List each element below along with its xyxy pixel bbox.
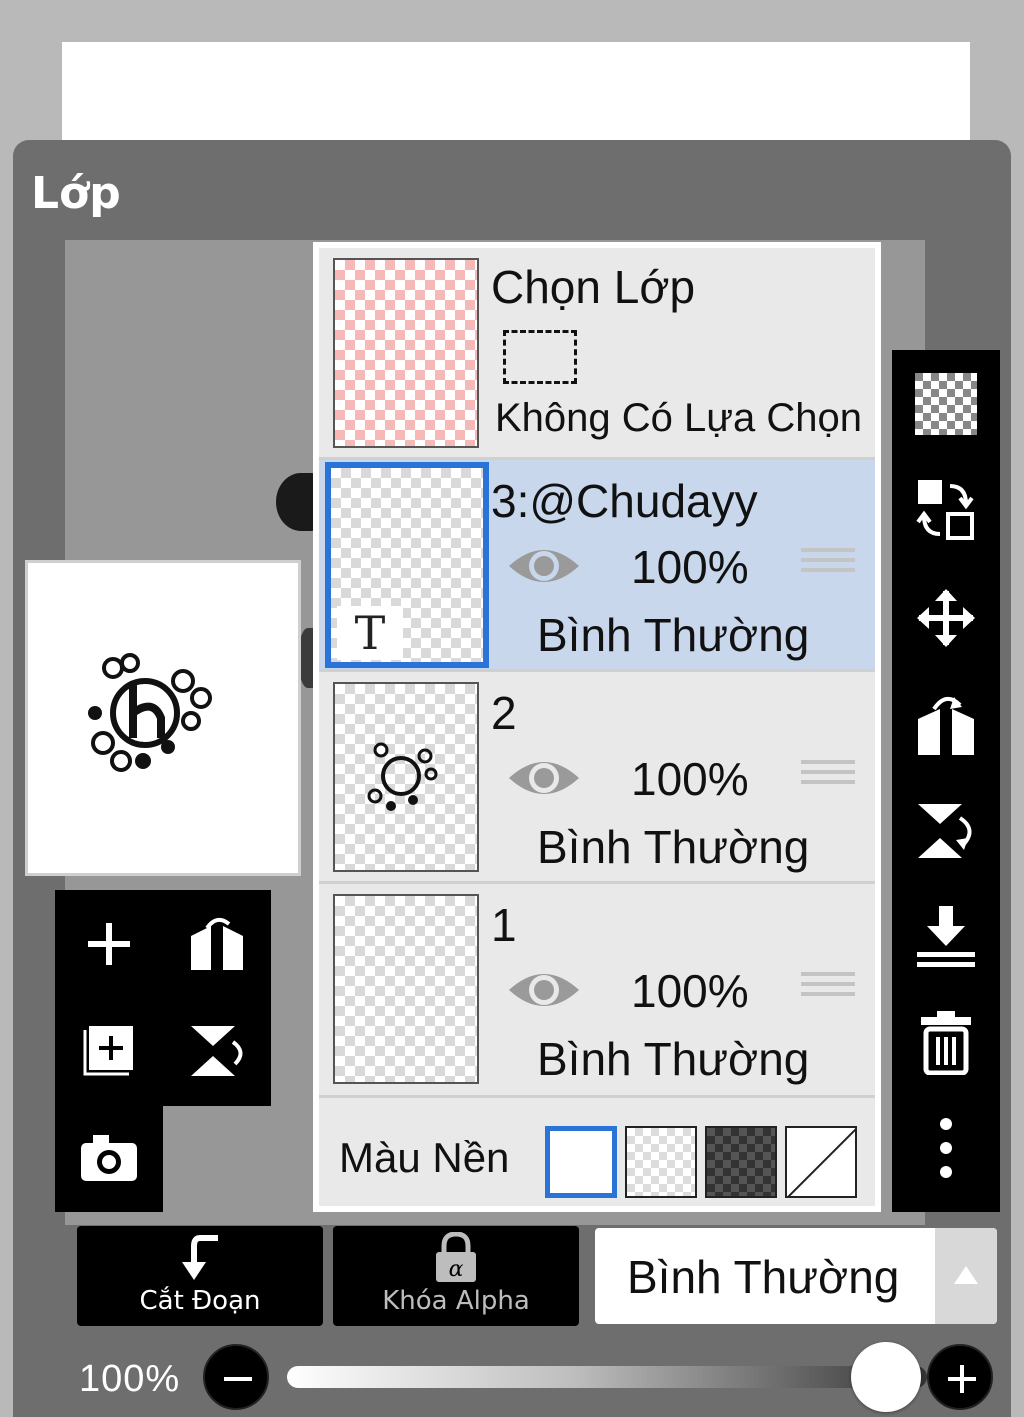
flip-vertical-button[interactable] (892, 780, 1000, 880)
selection-marquee-icon (503, 330, 577, 384)
opacity-decrease-button[interactable] (203, 1344, 269, 1410)
left-toolbar-bottom (55, 1102, 163, 1212)
drag-handle-icon[interactable] (801, 542, 855, 588)
flip-horizontal-button[interactable] (892, 674, 1000, 774)
svg-text:α: α (449, 1257, 464, 1282)
panel-title: Lớp (31, 168, 121, 219)
flip-horizontal-button[interactable] (169, 896, 265, 992)
selection-title: Chọn Lớp (491, 261, 696, 313)
camera-button[interactable] (61, 1110, 157, 1206)
layer-thumbnail: T (325, 462, 489, 668)
selection-layer-row[interactable]: Chọn Lớp Không Có Lựa Chọn (319, 248, 875, 460)
bg-swatch-white[interactable] (545, 1126, 617, 1198)
layer-blend-mode[interactable]: Bình Thường (537, 1032, 809, 1086)
camera-icon (81, 1135, 137, 1181)
blend-mode-select[interactable]: Bình Thường (595, 1228, 997, 1324)
bg-swatch-dark-checker[interactable] (705, 1126, 777, 1198)
background-color-label: Màu Nền (339, 1134, 510, 1181)
layer-blend-mode[interactable]: Bình Thường (537, 820, 809, 874)
opacity-slider-knob[interactable] (851, 1342, 921, 1412)
clipping-label: Cắt Đoạn (139, 1286, 261, 1316)
move-button[interactable] (892, 568, 1000, 668)
bg-swatch-none[interactable] (785, 1126, 857, 1198)
layer-row[interactable]: 1 100% Bình Thường (319, 884, 875, 1098)
flip-vertical-icon (191, 1026, 243, 1076)
swap-layer-icon (916, 480, 974, 540)
layer-opacity[interactable]: 100% (631, 964, 749, 1018)
opacity-value: 100% (79, 1358, 181, 1400)
clipping-arrow-icon (182, 1235, 218, 1280)
layer-blend-mode[interactable]: Bình Thường (537, 608, 809, 662)
blend-mode-value: Bình Thường (627, 1251, 900, 1303)
layer-row[interactable]: T 3:@Chudayy 100% Bình Thường (319, 460, 875, 672)
layer-row[interactable]: 2 100% Bình Thường (319, 672, 875, 884)
layer-panel: Lớp Chọn Lớp Không Có Lựa Chọn T 3:@Chud… (13, 140, 1011, 1417)
left-toolbar (55, 890, 271, 1106)
transparency-button[interactable] (892, 354, 1000, 454)
opacity-slider[interactable] (287, 1366, 927, 1388)
opacity-increase-button[interactable] (927, 1344, 993, 1410)
layer-name: 2 (491, 687, 517, 739)
layer-thumbnail (333, 682, 479, 872)
delete-layer-button[interactable] (892, 992, 1000, 1092)
add-layer-button[interactable] (61, 896, 157, 992)
merge-down-icon (917, 906, 975, 967)
right-toolbar (892, 350, 1000, 1212)
lock-icon: α (436, 1232, 476, 1282)
layer-thumbnail (333, 894, 479, 1084)
layer-list: Chọn Lớp Không Có Lựa Chọn T 3:@Chudayy … (313, 242, 881, 1212)
visibility-eye-icon[interactable] (507, 964, 581, 1016)
alpha-lock-label: Khóa Alpha (382, 1286, 530, 1316)
alpha-lock-button[interactable]: α Khóa Alpha (333, 1226, 579, 1326)
artwork-thumbnail (367, 742, 438, 811)
trash-icon (921, 1011, 971, 1075)
drag-handle-icon[interactable] (801, 966, 855, 1012)
canvas-area (62, 42, 970, 152)
layer-name: 1 (491, 899, 517, 951)
flip-horizontal-icon (191, 917, 243, 970)
move-icon (917, 589, 975, 647)
more-options-button[interactable] (892, 1098, 1000, 1198)
background-color-row: Màu Nền (319, 1106, 875, 1206)
copy-layer-button[interactable] (61, 1002, 157, 1098)
selection-thumbnail (333, 258, 479, 448)
add-layer-icon (88, 923, 130, 965)
swap-layer-button[interactable] (892, 460, 1000, 560)
visibility-eye-icon[interactable] (507, 752, 581, 804)
selection-subtitle: Không Có Lựa Chọn (495, 396, 863, 440)
merge-down-button[interactable] (892, 886, 1000, 986)
add-copy-layer-icon (83, 1026, 133, 1076)
chevron-up-icon[interactable] (935, 1228, 997, 1324)
layer-opacity[interactable]: 100% (631, 752, 749, 806)
visibility-eye-icon[interactable] (507, 540, 581, 592)
layer-opacity[interactable]: 100% (631, 540, 749, 594)
flip-horizontal-icon (918, 697, 974, 755)
checker-icon (915, 373, 977, 435)
canvas-preview[interactable] (25, 560, 301, 876)
clipping-button[interactable]: Cắt Đoạn (77, 1226, 323, 1326)
bg-swatch-light-checker[interactable] (625, 1126, 697, 1198)
flip-vertical-icon (918, 804, 972, 858)
artwork-thumbnail (88, 653, 212, 772)
text-layer-icon: T (337, 606, 403, 660)
drag-handle-icon[interactable] (801, 754, 855, 800)
flip-vertical-button[interactable] (169, 1002, 265, 1098)
no-background-icon (787, 1128, 855, 1196)
layer-name: 3:@Chudayy (491, 475, 758, 527)
more-icon (940, 1118, 952, 1178)
